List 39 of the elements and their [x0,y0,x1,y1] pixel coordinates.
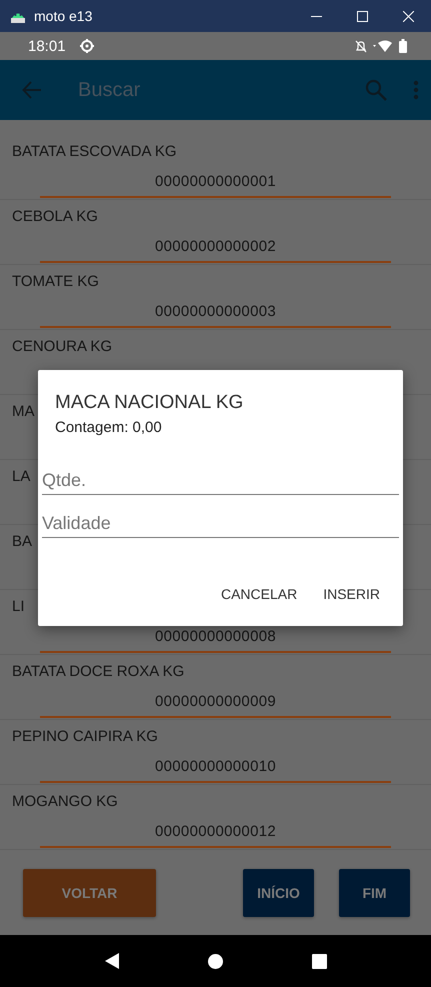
product-name: CENOURA KG [12,337,112,357]
home-icon[interactable] [208,954,222,968]
gear-icon [80,39,94,53]
product-name: BA [12,532,32,552]
status-time: 18:01 [28,38,66,54]
battery-icon [399,39,407,53]
product-name: LI [12,597,25,617]
product-name: TOMATE KG [12,272,99,292]
wifi-icon [373,40,393,52]
window-title: moto e13 [34,8,94,24]
product-name: CEBOLA KG [12,207,98,227]
product-code: 00000000000008 [155,627,276,647]
product-name: MOGANGO KG [12,792,118,812]
product-code: 00000000000003 [155,302,276,322]
nav-button[interactable]: INÍCIO [243,868,314,916]
product-code: 00000000000012 [155,822,276,842]
muted-bell-icon [355,40,367,52]
product-code: 00000000000009 [155,692,276,712]
product-name: BATATA ESCOVADA KG [12,142,176,162]
screen-title: Buscar [78,78,142,102]
count-text: Contagem: 0,00 [55,419,162,436]
recents-icon[interactable] [312,954,326,968]
product-code: 00000000000010 [155,757,276,777]
product-name: PEPINO CAIPIRA KG [12,727,158,747]
product-code: 00000000000002 [155,237,276,257]
nav-button[interactable]: FIM [339,868,410,916]
maximize-icon[interactable] [356,10,368,22]
product-name: LA [12,467,30,487]
back-nav-icon[interactable] [104,953,118,969]
product-name: MA [12,402,34,422]
input-field[interactable]: Validade [42,509,399,538]
input-field[interactable]: Qtde. [42,466,399,495]
product-name: BATATA DOCE ROXA KG [12,662,184,682]
product-code: 00000000000001 [155,172,276,192]
back-button[interactable]: VOLTAR [23,868,156,916]
dialog-title: MACA NACIONAL KG [55,392,244,414]
close-icon[interactable] [402,10,414,22]
dialog-action[interactable]: INSERIR [314,582,389,606]
dialog-action[interactable]: CANCELAR [212,582,306,606]
